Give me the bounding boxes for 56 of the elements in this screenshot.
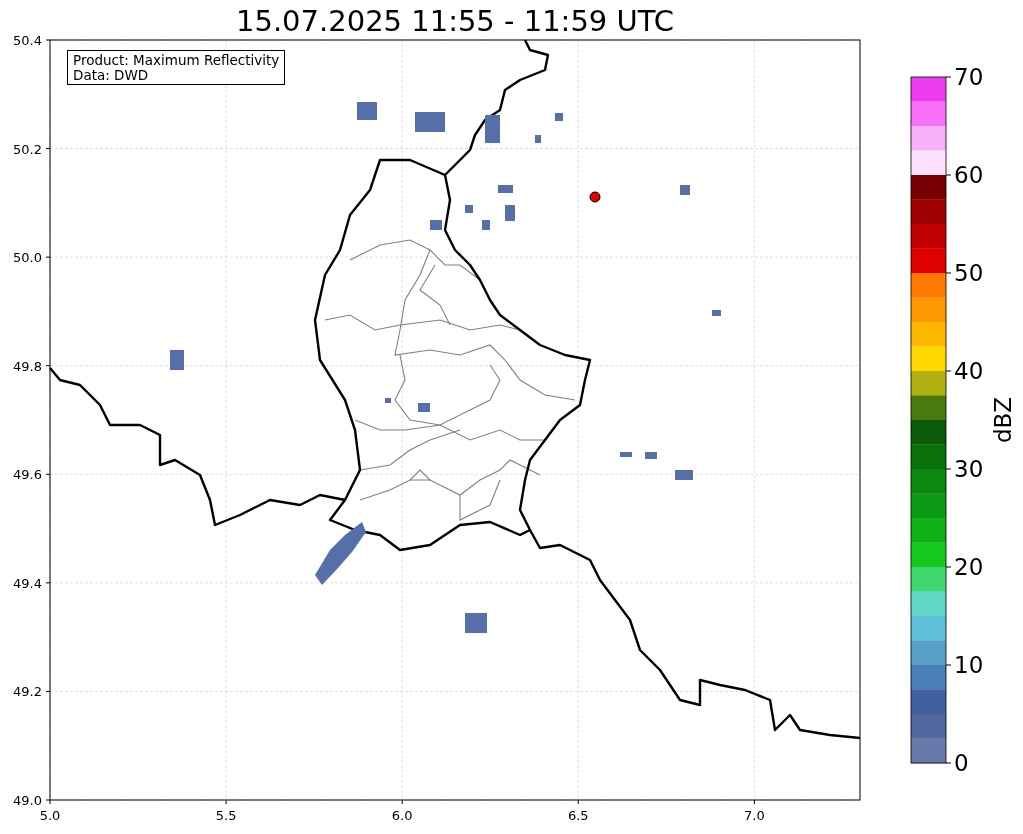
precipitation-patch: [315, 522, 366, 585]
axis-tick-label: 5.0: [39, 808, 61, 823]
axis-tick-label: 49.8: [13, 358, 42, 374]
precipitation-patch: [415, 112, 445, 132]
colorbar-tick-label: 10: [954, 652, 984, 678]
tick-mark: [45, 39, 51, 41]
precipitation-patch: [418, 403, 430, 412]
tick-mark: [45, 365, 51, 367]
precipitation-patch: [485, 115, 500, 143]
axis-tick-label: 6.5: [567, 808, 589, 823]
precipitation-patch: [712, 310, 721, 316]
tick-mark: [753, 799, 755, 805]
colorbar-tick-label: 70: [954, 64, 984, 90]
axis-tick-label: 49.2: [13, 684, 42, 700]
colorbar-tick-label: 60: [954, 162, 984, 188]
chart-title: 15.07.2025 11:55 - 11:59 UTC: [235, 3, 675, 30]
tick-mark: [45, 582, 51, 584]
precipitation-patch: [620, 452, 632, 457]
precipitation-patch: [465, 613, 487, 633]
location-marker: [589, 191, 601, 203]
precipitation-patch: [645, 452, 657, 459]
axis-tick-label: 50.4: [13, 33, 42, 48]
axis-tick-label: 7.0: [744, 808, 765, 823]
precipitation-patch: [385, 398, 391, 403]
axis-tick-label: 49.6: [13, 467, 42, 483]
axis-tick-label: 49.0: [13, 793, 42, 808]
colorbar-tick-label: 20: [954, 554, 984, 580]
axis-tick-label: 50.2: [13, 141, 42, 157]
axis-tick-label: 6.0: [391, 808, 413, 823]
tick-mark: [225, 799, 227, 805]
tick-mark: [577, 799, 579, 805]
axis-tick-label: 50.0: [13, 250, 42, 266]
precipitation-patch: [555, 113, 563, 121]
tick-mark: [45, 690, 51, 692]
legend-text: Product: Maximum Reflectivity: [73, 53, 280, 68]
legend-text: Data: DWD: [73, 68, 150, 83]
axis-tick-label: 49.4: [13, 575, 42, 591]
precipitation-patch: [680, 185, 690, 195]
colorbar-tick-label: 0: [954, 750, 969, 776]
colorbar-tick-label: 30: [954, 456, 984, 482]
tick-mark: [45, 148, 51, 150]
axis-tick-label: 5.5: [215, 808, 237, 823]
precipitation-patch: [675, 470, 693, 480]
tick-mark: [401, 799, 403, 805]
precipitation-patch: [535, 135, 541, 143]
colorbar-tick-label: 50: [954, 260, 984, 286]
precipitation-patch: [170, 350, 184, 370]
precipitation-patch: [357, 102, 377, 120]
precipitation-patch: [430, 220, 442, 230]
precipitation-patch: [498, 185, 513, 193]
colorbar-tick-label: 40: [954, 358, 984, 384]
tick-mark: [45, 473, 51, 475]
tick-mark: [45, 256, 51, 258]
precipitation-patch: [505, 205, 515, 221]
colorbar-label: dBZ: [990, 396, 1016, 444]
precipitation-patch: [465, 205, 473, 213]
